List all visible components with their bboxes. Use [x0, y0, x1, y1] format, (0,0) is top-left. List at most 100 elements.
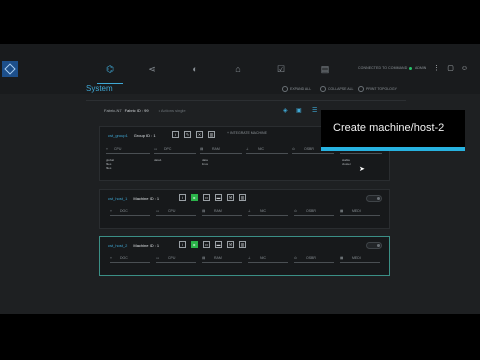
host-card[interactable]: cst_host_1 Machine ID : 1 i ▸ ▭ ▬ ⚒ ▥ ⌖ D…	[99, 189, 390, 229]
param-underline	[246, 153, 288, 154]
divider	[86, 100, 406, 101]
page-title: System	[86, 84, 113, 93]
user-name[interactable]: ADMIN	[415, 66, 426, 70]
group-name[interactable]: cst_group1	[108, 133, 128, 138]
user-icon[interactable]: ☺	[460, 64, 469, 73]
group-id: Group ID : 1	[133, 133, 156, 138]
param-label: NIC	[258, 147, 265, 151]
home-icon[interactable]: ⌂	[231, 63, 245, 75]
param-underline	[154, 153, 196, 154]
param-label: DOC	[120, 256, 128, 260]
param-label: RAM	[214, 209, 222, 213]
osbr-param-icon: ⊙	[294, 256, 297, 260]
doc-param-icon: ⌖	[110, 256, 112, 260]
param-underline	[110, 262, 150, 263]
param-underline	[292, 153, 334, 154]
doc-param-icon: ⌖	[110, 209, 112, 213]
mouse-cursor-icon: ➤	[359, 166, 365, 173]
breadcrumb-hint: • Actions single	[158, 108, 186, 113]
param-underline	[294, 215, 334, 216]
host-toggle[interactable]	[366, 242, 382, 249]
screen-icon[interactable]: ▬	[215, 194, 222, 201]
delete-icon[interactable]: ▥	[239, 241, 246, 248]
info-icon[interactable]: i	[179, 194, 186, 201]
cpu-param-icon: ⌖	[106, 147, 108, 151]
host-name[interactable]: cst_host_2	[108, 243, 127, 248]
param-label: MEDI	[352, 209, 361, 213]
status-dot-icon	[409, 66, 413, 70]
print-topology-label: PRINT TOPOLOGY	[366, 86, 397, 91]
expand-all-label: EXPAND ALL	[290, 86, 312, 91]
info-icon[interactable]: i	[179, 241, 186, 248]
collapse-all-label: COLLAPSE ALL	[328, 86, 354, 91]
param-label: NIC	[260, 209, 267, 213]
param-underline	[156, 262, 196, 263]
param-label: OSBR	[306, 209, 316, 213]
param-label: RAM	[214, 256, 222, 260]
monitor-icon[interactable]: ▭	[203, 194, 210, 201]
param-label: CPU	[168, 209, 176, 213]
tooltip-text: Create machine/host-2	[333, 122, 445, 134]
delete-icon[interactable]: ▥	[208, 131, 215, 138]
param-underline	[200, 153, 242, 154]
ram-param-icon: ▤	[202, 256, 206, 260]
window-icon[interactable]: ▢	[446, 64, 455, 73]
tools-icon[interactable]: ✕	[196, 131, 203, 138]
tutorial-tooltip: Create machine/host-2	[321, 110, 465, 151]
collapse-all-button[interactable]: COLLAPSE ALL	[320, 86, 354, 92]
param-value: global files files	[106, 158, 115, 170]
network-icon[interactable]: ⌬	[97, 63, 123, 84]
info-icon[interactable]: i	[172, 131, 179, 138]
param-value: stable cluster	[342, 158, 351, 166]
clipboard-icon[interactable]: ▤	[318, 63, 332, 75]
edit-icon[interactable]: ✎	[184, 131, 191, 138]
dpc-param-icon: ▭	[154, 147, 158, 151]
checklist-icon[interactable]: ☑	[274, 63, 288, 75]
integrate-machine-link[interactable]: + INTEGRATE MACHINE	[227, 131, 267, 135]
param-label: DOC	[120, 209, 128, 213]
terminal-icon[interactable]: ▸	[191, 241, 198, 248]
top-bar: ⌬ ⋖ ◐ ⌂ ☑ ▤ CONNECTED TO COMMAND ADMIN ⋮…	[0, 44, 480, 94]
param-label: RAM	[212, 147, 220, 151]
param-label: NIC	[260, 256, 267, 260]
host-card-selected[interactable]: cst_host_2 Machine ID : 1 i ▸ ▭ ▬ ⚒ ▥ ⌖ D…	[99, 236, 390, 276]
param-underline	[106, 153, 150, 154]
nic-param-icon: ⟂	[248, 209, 251, 213]
terminal-icon[interactable]: ▸	[191, 194, 198, 201]
host-toggle[interactable]	[366, 195, 382, 202]
connection-status-label: CONNECTED TO COMMAND	[358, 66, 408, 70]
add-node-icon[interactable]: ◈	[283, 108, 288, 114]
expand-icon	[282, 86, 288, 92]
screen-icon[interactable]: ▬	[215, 241, 222, 248]
expand-all-button[interactable]: EXPAND ALL	[282, 86, 311, 92]
param-label: DPC	[164, 147, 172, 151]
fabric-name[interactable]: Fabric-N7	[104, 108, 122, 113]
print-icon	[358, 86, 364, 92]
monitor-icon[interactable]: ▭	[203, 241, 210, 248]
nic-param-icon: ⟂	[246, 147, 249, 151]
medi-param-icon: ▦	[340, 256, 344, 260]
host-name[interactable]: cst_host_1	[108, 196, 127, 201]
print-topology-button[interactable]: PRINT TOPOLOGY	[358, 86, 397, 92]
diamond-logo-icon[interactable]	[2, 61, 18, 77]
list-icon[interactable]: ☰	[312, 108, 317, 114]
delete-icon[interactable]: ▥	[239, 194, 246, 201]
param-label: CPU	[168, 256, 176, 260]
contrast-icon[interactable]: ◐	[188, 63, 202, 75]
nic-param-icon: ⟂	[248, 256, 251, 260]
group-icon[interactable]: ▣	[296, 108, 302, 114]
more-vertical-icon[interactable]: ⋮	[432, 64, 441, 73]
wrench-icon[interactable]: ⚒	[227, 241, 234, 248]
param-underline	[294, 262, 334, 263]
toggle-knob	[377, 244, 380, 247]
param-label: MEDI	[352, 256, 361, 260]
ram-param-icon: ▤	[200, 147, 204, 151]
param-label: OSBR	[306, 256, 316, 260]
tooltip-accent-bar	[321, 147, 465, 151]
breadcrumb: Fabric-N7 Fabric ID : 99 • Actions single	[104, 108, 186, 113]
wrench-icon[interactable]: ⚒	[227, 194, 234, 201]
ram-param-icon: ▤	[202, 209, 206, 213]
collapse-icon	[320, 86, 326, 92]
toggle-knob	[377, 197, 380, 200]
share-icon[interactable]: ⋖	[145, 63, 159, 75]
